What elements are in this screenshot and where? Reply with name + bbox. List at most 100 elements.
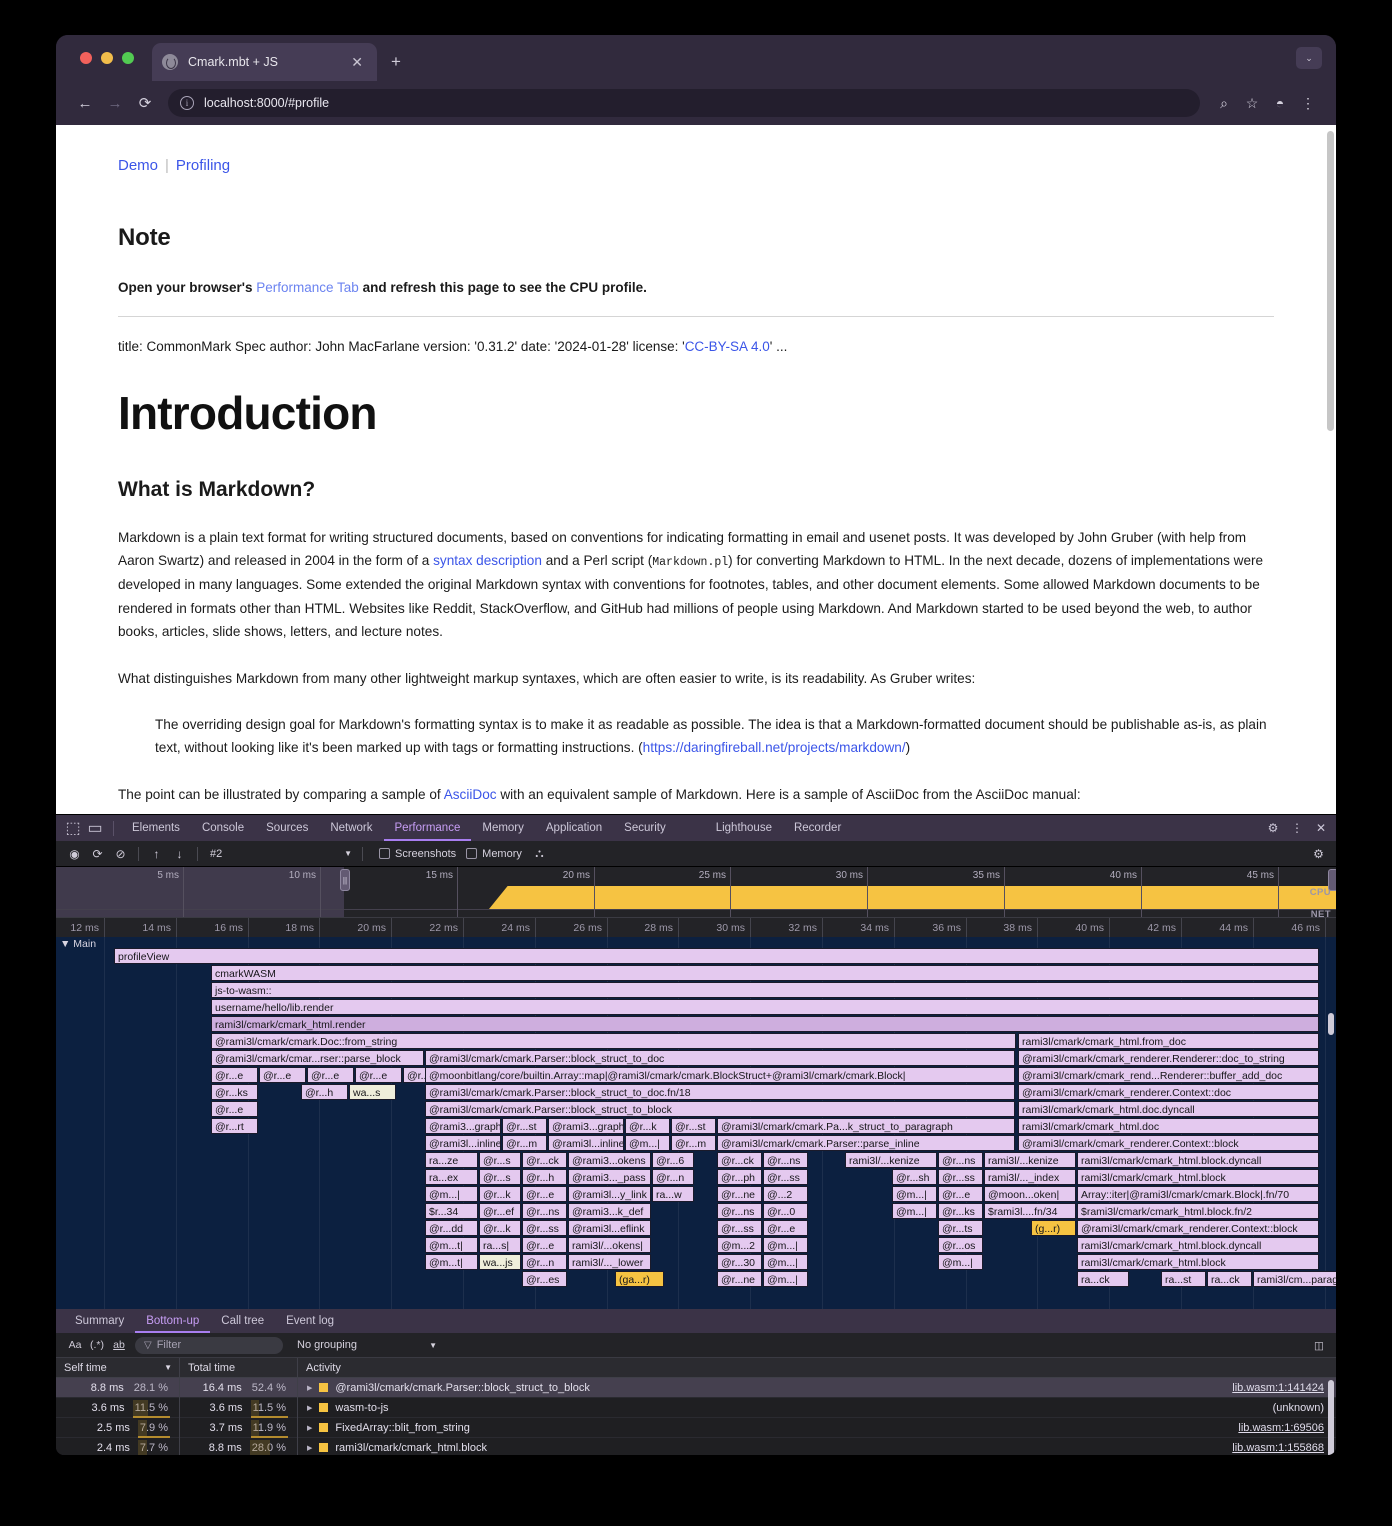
- nav-link-profiling[interactable]: Profiling: [176, 157, 230, 174]
- syntax-description-link[interactable]: syntax description: [433, 553, 542, 568]
- license-link[interactable]: CC-BY-SA 4.0: [685, 339, 770, 354]
- expand-arrow-icon[interactable]: ▶: [307, 1424, 312, 1432]
- flame-bar[interactable]: @r...m: [671, 1135, 716, 1151]
- forward-button[interactable]: →: [100, 88, 130, 118]
- flame-bar[interactable]: rami3l/cmark/cmark_html.doc: [1018, 1118, 1319, 1134]
- devtools-tab-elements[interactable]: Elements: [121, 815, 191, 841]
- devtools-tab-memory[interactable]: Memory: [471, 815, 535, 841]
- flame-bar[interactable]: @m...|: [425, 1186, 478, 1202]
- flame-bar[interactable]: @r...e: [938, 1186, 983, 1202]
- search-icon[interactable]: ⌕: [1210, 89, 1238, 117]
- flame-bar[interactable]: @rami3l...inline: [425, 1135, 501, 1151]
- flame-bar[interactable]: @rami3l...y_link: [568, 1186, 651, 1202]
- flame-bar[interactable]: rami3l/...kenize: [845, 1152, 937, 1168]
- flame-bar[interactable]: @r...e: [522, 1237, 567, 1253]
- timeline-overview[interactable]: CPU NET 5 ms 10 ms 15 ms 20 ms 25 ms 30 ms 35 …: [56, 867, 1336, 920]
- flame-bar[interactable]: @r...e: [211, 1101, 258, 1117]
- flame-bar[interactable]: $rami3l/cmark/cmark_html.block.fn/2: [1077, 1203, 1319, 1219]
- close-devtools-icon[interactable]: ✕: [1310, 817, 1332, 839]
- reload-and-record-icon[interactable]: ⟳: [86, 843, 109, 865]
- flame-bar[interactable]: @r...6: [652, 1152, 694, 1168]
- flame-bar[interactable]: @moon...oken|: [984, 1186, 1076, 1202]
- flame-bar[interactable]: @rami3l/cmark/cmark.Parser::parse_inline: [717, 1135, 1015, 1151]
- table-row[interactable]: 2.5 ms 7.9 % 3.7 ms 11.9 % ▶ FixedArray::blit…: [56, 1417, 1336, 1438]
- flame-bar[interactable]: @r...ks: [938, 1203, 983, 1219]
- flame-bar[interactable]: @r...ts: [938, 1220, 983, 1236]
- column-header-total-time[interactable]: Total time: [180, 1357, 298, 1378]
- nav-link-demo[interactable]: Demo: [118, 157, 158, 174]
- details-tab-event-log[interactable]: Event log: [275, 1309, 345, 1333]
- flame-bar[interactable]: @rami3l...inline: [548, 1135, 624, 1151]
- flame-bar[interactable]: $rami3l....fn/34: [984, 1203, 1076, 1219]
- regex-icon[interactable]: (.*): [86, 1335, 108, 1355]
- flame-bar[interactable]: @rami3l/cmark/cmark_renderer.Context::do…: [1018, 1084, 1319, 1100]
- url-input[interactable]: i localhost:8000/#profile: [168, 89, 1200, 117]
- close-icon[interactable]: ✕: [347, 54, 367, 71]
- inspect-element-icon[interactable]: ⬚: [62, 818, 84, 838]
- details-tab-bottom-up[interactable]: Bottom-up: [135, 1309, 210, 1333]
- flame-bar[interactable]: @r...e: [522, 1186, 567, 1202]
- device-toolbar-icon[interactable]: ▭: [84, 818, 106, 838]
- flame-bar[interactable]: @r...os: [938, 1237, 983, 1253]
- flame-bar[interactable]: @r...ss: [522, 1220, 567, 1236]
- window-close-button[interactable]: [80, 52, 92, 64]
- overview-selection-handle-left[interactable]: ||: [340, 869, 350, 891]
- flame-bar[interactable]: rami3l/cm...paragraph: [1253, 1271, 1336, 1287]
- flame-bar[interactable]: @rami3l/cmark/cmark.Doc::from_string: [211, 1033, 1016, 1049]
- flame-bar[interactable]: @r...k: [479, 1186, 521, 1202]
- flame-bar[interactable]: $r...34: [425, 1203, 478, 1219]
- flame-bar[interactable]: @r...ef: [479, 1203, 521, 1219]
- flame-bar[interactable]: ra...ck: [1077, 1271, 1129, 1287]
- flame-bar[interactable]: (ga...r): [615, 1271, 664, 1287]
- chevron-down-icon[interactable]: ⌄: [1296, 47, 1322, 69]
- flame-bar[interactable]: @r...ne: [717, 1186, 762, 1202]
- flame-bar[interactable]: @r...h: [522, 1169, 567, 1185]
- flame-bar[interactable]: @rami3...graph: [425, 1118, 501, 1134]
- flame-bar[interactable]: @rami3l/cmark/cmark_renderer.Context::bl…: [1018, 1135, 1319, 1151]
- source-link[interactable]: lib.wasm:1:69506: [1238, 1422, 1336, 1434]
- flame-bar[interactable]: username/hello/lib.render: [211, 999, 1319, 1015]
- bookmark-star-icon[interactable]: ☆: [1238, 89, 1266, 117]
- filter-input[interactable]: ▽ Filter: [135, 1336, 283, 1354]
- expand-arrow-icon[interactable]: ▶: [307, 1384, 312, 1392]
- flame-bar[interactable]: @r...ck: [717, 1152, 762, 1168]
- flame-bar[interactable]: js-to-wasm::: [211, 982, 1319, 998]
- devtools-tab-lighthouse[interactable]: Lighthouse: [705, 815, 783, 841]
- flame-bar[interactable]: @r...ph: [717, 1169, 762, 1185]
- window-minimize-button[interactable]: [101, 52, 113, 64]
- flame-chart[interactable]: ▼ Main profileView cmarkWASM js-to-wasm:: u…: [56, 937, 1336, 1309]
- flame-bar[interactable]: @m...|: [763, 1237, 808, 1253]
- flame-bar[interactable]: @r...st: [502, 1118, 547, 1134]
- flame-bar[interactable]: @rami3...k_def: [568, 1203, 651, 1219]
- flame-bar[interactable]: ra...ck: [1207, 1271, 1252, 1287]
- table-row[interactable]: 8.8 ms 28.1 % 16.4 ms 52.4 % ▶ @rami3l/cmark/…: [56, 1377, 1336, 1398]
- flame-bar[interactable]: @r...k: [625, 1118, 670, 1134]
- flame-bar[interactable]: @rami3...okens: [568, 1152, 651, 1168]
- flame-bar[interactable]: @r...ns: [763, 1152, 808, 1168]
- upload-profile-icon[interactable]: ↑: [145, 843, 168, 865]
- new-tab-button[interactable]: +: [391, 53, 401, 70]
- flame-bar[interactable]: @rami3l/cmark/cmark.Parser::block_struct…: [425, 1050, 1015, 1066]
- asciidoc-link[interactable]: AsciiDoc: [444, 787, 497, 802]
- flame-bar[interactable]: rami3l/..._lower: [568, 1254, 651, 1270]
- flame-bar[interactable]: profileView: [114, 948, 1319, 964]
- flame-bar[interactable]: ra...ex: [425, 1169, 478, 1185]
- page-scrollbar[interactable]: [1327, 131, 1334, 431]
- site-info-icon[interactable]: i: [180, 96, 194, 110]
- flame-bar[interactable]: @m...|: [938, 1254, 983, 1270]
- flame-bar[interactable]: @r...ss: [938, 1169, 983, 1185]
- daringfireball-link[interactable]: https://daringfireball.net/projects/mark…: [643, 740, 906, 755]
- column-header-self-time[interactable]: Self time ▼: [56, 1357, 180, 1378]
- devtools-tab-sources[interactable]: Sources: [255, 815, 319, 841]
- performance-tab-link[interactable]: Performance Tab: [256, 280, 359, 295]
- sidebar-toggle-icon[interactable]: ◫: [1308, 1336, 1330, 1356]
- flame-bar[interactable]: @r...h: [301, 1084, 348, 1100]
- flame-bar[interactable]: @rami3l/cmark/cmark.Parser::block_struct…: [425, 1084, 1015, 1100]
- reload-button[interactable]: ⟳: [130, 88, 160, 118]
- flame-bar[interactable]: @m...|: [763, 1271, 808, 1287]
- flame-bar[interactable]: rami3l/cmark/cmark_html.block.dyncall: [1077, 1237, 1319, 1253]
- capture-settings-gear-icon[interactable]: ⚙: [1307, 843, 1330, 865]
- column-header-activity[interactable]: Activity: [298, 1358, 1336, 1378]
- source-link[interactable]: lib.wasm:1:155868: [1232, 1442, 1336, 1454]
- devtools-tab-network[interactable]: Network: [319, 815, 383, 841]
